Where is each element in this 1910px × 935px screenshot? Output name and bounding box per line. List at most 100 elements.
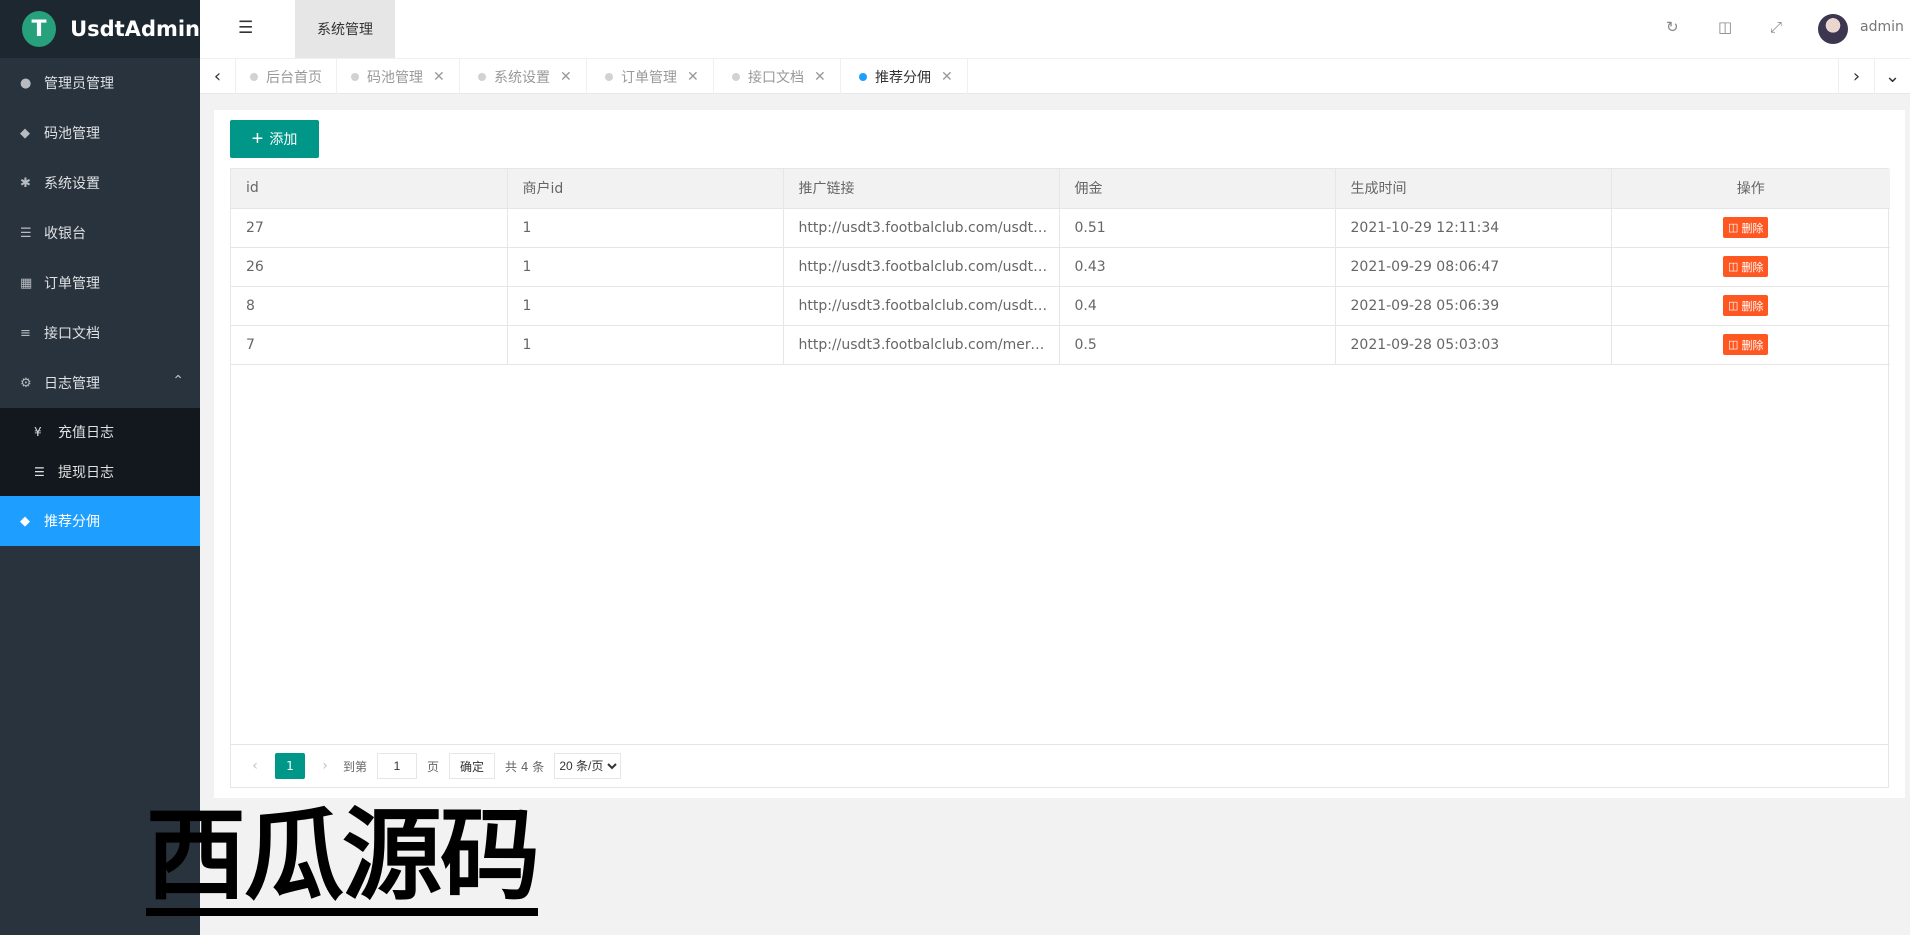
cell-commission: 0.43 [1059, 247, 1336, 287]
tab-dot [250, 72, 258, 81]
trash-icon: ◫ [1728, 222, 1742, 234]
delete-button[interactable]: ◫ 删除 [1723, 334, 1769, 355]
column-header-commission[interactable]: 佣金 [1059, 169, 1336, 209]
tab-dot [859, 72, 867, 81]
tab-label: 订单管理 [621, 69, 677, 86]
cell-link: http://usdt3.footbalclub.com/usdtmerchan… [783, 286, 1060, 326]
fullscreen-icon[interactable]: ⤢ [1770, 18, 1782, 36]
cell-time: 2021-09-28 05:03:03 [1335, 325, 1612, 365]
calculator-icon: ▦ [20, 275, 33, 291]
column-header-merchant-id[interactable]: 商户id [507, 169, 784, 209]
close-icon[interactable]: ✕ [687, 69, 699, 85]
goto-prefix: 到第 [343, 759, 368, 774]
delete-button[interactable]: ◫ 删除 [1723, 217, 1769, 238]
sidebar-item-logs[interactable]: ⚙ 日志管理 ⌃ [0, 358, 200, 408]
prev-page-icon[interactable]: ‹ [243, 758, 267, 774]
column-header-id[interactable]: id [231, 169, 508, 209]
tabs-menu-chevron-down-icon[interactable]: ⌄ [1874, 59, 1910, 94]
tab-dot [605, 72, 613, 81]
sidebar-item-label: 码池管理 [44, 126, 100, 142]
tabs-scroll-right-icon[interactable]: › [1838, 59, 1874, 94]
sidebar-item-api-docs[interactable]: ≡ 接口文档 [0, 308, 200, 358]
tab-label: 接口文档 [748, 69, 804, 86]
trash-icon: ◫ [1728, 300, 1742, 312]
goto-confirm-button[interactable]: 确定 [449, 753, 496, 779]
tab-code-pool[interactable]: 码池管理 ✕ [337, 59, 460, 94]
tab-home[interactable]: 后台首页 [236, 59, 337, 94]
tabs-scroll-left-icon[interactable]: ‹ [200, 59, 236, 94]
sidebar-item-label: 订单管理 [44, 276, 100, 292]
sidebar-item-label: 日志管理 [44, 376, 100, 392]
sidebar-item-label: 系统设置 [44, 176, 100, 192]
cell-actions: ◫ 删除 [1611, 325, 1890, 365]
sidebar-item-system-settings[interactable]: ✱ 系统设置 [0, 158, 200, 208]
cell-actions: ◫ 删除 [1611, 286, 1890, 326]
tab-referral-commission[interactable]: 推荐分佣 ✕ [845, 59, 968, 94]
add-button[interactable]: + 添加 [230, 120, 319, 158]
sidebar-item-referral-commission[interactable]: ◆ 推荐分佣 [0, 496, 200, 546]
close-icon[interactable]: ✕ [433, 69, 445, 85]
user-name[interactable]: admin [1860, 19, 1904, 35]
page-size-select[interactable]: 20 条/页 [554, 753, 622, 779]
tab-orders[interactable]: 订单管理 ✕ [591, 59, 714, 94]
close-icon[interactable]: ✕ [941, 69, 953, 85]
cell-id: 26 [231, 247, 508, 287]
sidebar: T UsdtAdmin ● 管理员管理 ◆ 码池管理 ✱ 系统设置 ☰ 收银台 … [0, 0, 200, 935]
column-header-link[interactable]: 推广链接 [783, 169, 1060, 209]
delete-button[interactable]: ◫ 删除 [1723, 295, 1769, 316]
table-header-row: id 商户id 推广链接 佣金 生成时间 操作 [231, 169, 1890, 209]
trash-icon: ◫ [1728, 339, 1742, 351]
sidebar-item-code-pool[interactable]: ◆ 码池管理 [0, 108, 200, 158]
close-icon[interactable]: ✕ [814, 69, 826, 85]
delete-button-label: 删除 [1741, 300, 1764, 313]
table-row: 27 1 http://usdt3.footbalclub.com/usdtme… [231, 208, 1890, 248]
sidebar-subitem-withdraw-log[interactable]: ☰ 提现日志 [0, 452, 200, 492]
module-tab[interactable]: 系统管理 [295, 0, 395, 58]
tab-system-settings[interactable]: 系统设置 ✕ [464, 59, 587, 94]
cell-id: 7 [231, 325, 508, 365]
column-header-created-time[interactable]: 生成时间 [1335, 169, 1612, 209]
sidebar-item-admin-management[interactable]: ● 管理员管理 [0, 58, 200, 108]
cell-time: 2021-09-29 08:06:47 [1335, 247, 1612, 287]
yen-icon: ¥ [34, 425, 42, 439]
cell-merchant-id: 1 [507, 247, 784, 287]
tab-bar: ‹ 后台首页 码池管理 ✕ 系统设置 ✕ 订单管理 ✕ 接口文档 ✕ 推荐分佣 … [200, 58, 1910, 94]
menu-toggle-icon[interactable]: ☰ [238, 18, 253, 38]
plus-icon: + [251, 127, 264, 150]
tab-label: 码池管理 [367, 69, 423, 86]
cell-time: 2021-09-28 05:06:39 [1335, 286, 1612, 326]
goto-suffix: 页 [427, 759, 440, 774]
sidebar-subitem-recharge-log[interactable]: ¥ 充值日志 [0, 412, 200, 452]
avatar[interactable] [1818, 14, 1848, 44]
refresh-icon[interactable]: ↻ [1666, 18, 1679, 36]
delete-button-label: 删除 [1741, 339, 1764, 352]
sidebar-item-orders[interactable]: ▦ 订单管理 [0, 258, 200, 308]
sidebar-item-label: 收银台 [44, 226, 86, 242]
watermark-text: 西瓜源码 [146, 797, 540, 916]
app-logo[interactable]: T UsdtAdmin [0, 0, 200, 58]
delete-button[interactable]: ◫ 删除 [1723, 256, 1769, 277]
next-page-icon[interactable]: › [313, 758, 337, 774]
top-header: ☰ 系统管理 ↻ ◫ ⤢ admin [200, 0, 1910, 58]
delete-button-label: 删除 [1741, 261, 1764, 274]
tab-label: 后台首页 [266, 69, 322, 86]
align-left-icon: ≡ [20, 325, 31, 341]
page-current[interactable]: 1 [275, 753, 305, 779]
total-count: 共 4 条 [505, 759, 545, 774]
cell-id: 27 [231, 208, 508, 248]
tether-logo-icon: T [22, 11, 57, 47]
column-header-actions: 操作 [1611, 169, 1890, 209]
close-icon[interactable]: ✕ [560, 69, 572, 85]
list-icon: ☰ [20, 225, 32, 241]
tab-dot [351, 72, 359, 81]
tab-dot [478, 72, 486, 81]
tab-api-docs[interactable]: 接口文档 ✕ [718, 59, 841, 94]
main-content: + 添加 id 商户id 推广链接 佣金 生成时间 操作 27 1 http:/… [214, 110, 1905, 798]
cell-merchant-id: 1 [507, 208, 784, 248]
goto-page-input[interactable] [377, 753, 418, 779]
sidebar-item-cashier[interactable]: ☰ 收银台 [0, 208, 200, 258]
trash-icon: ◫ [1728, 261, 1742, 273]
trash-icon[interactable]: ◫ [1718, 18, 1732, 36]
add-button-label: 添加 [269, 131, 298, 147]
data-table: id 商户id 推广链接 佣金 生成时间 操作 27 1 http://usdt… [230, 168, 1890, 788]
